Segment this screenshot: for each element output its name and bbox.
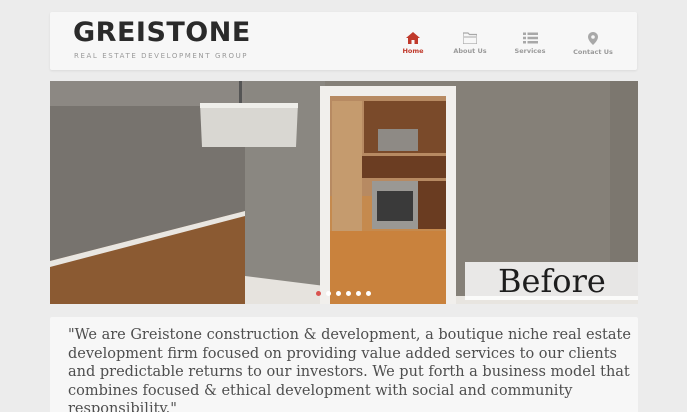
intro-panel: "We are Greistone construction & develop… <box>50 317 638 412</box>
nav-services[interactable]: Services <box>500 32 560 55</box>
nav-about-us-label: About Us <box>453 47 487 55</box>
folder-icon <box>463 32 477 44</box>
slider-dot-4[interactable] <box>346 291 351 296</box>
list-icon <box>522 32 538 44</box>
nav-contact-us-label: Contact Us <box>573 48 613 56</box>
slider-dot-2[interactable] <box>326 291 331 296</box>
slide-caption: Before <box>498 262 606 300</box>
slider-dot-3[interactable] <box>336 291 341 296</box>
nav-about-us[interactable]: About Us <box>440 32 500 55</box>
nav-services-label: Services <box>514 47 546 55</box>
logo-wordmark[interactable]: GREISTONE <box>73 17 251 48</box>
slider-dot-5[interactable] <box>356 291 361 296</box>
logo-tagline: REAL ESTATE DEVELOPMENT GROUP <box>74 52 249 60</box>
slider-dot-1[interactable] <box>316 291 321 296</box>
map-pin-icon <box>588 32 598 45</box>
intro-quote: "We are Greistone construction & develop… <box>68 327 631 412</box>
home-icon <box>406 32 420 44</box>
nav-home[interactable]: Home <box>383 32 443 55</box>
site-header: GREISTONE REAL ESTATE DEVELOPMENT GROUP … <box>50 12 637 70</box>
slide-caption-box: Before <box>465 262 638 300</box>
slider-dot-6[interactable] <box>366 291 371 296</box>
nav-home-label: Home <box>402 47 424 55</box>
hero-slider[interactable]: Before <box>50 81 638 304</box>
nav-contact-us[interactable]: Contact Us <box>563 32 623 56</box>
